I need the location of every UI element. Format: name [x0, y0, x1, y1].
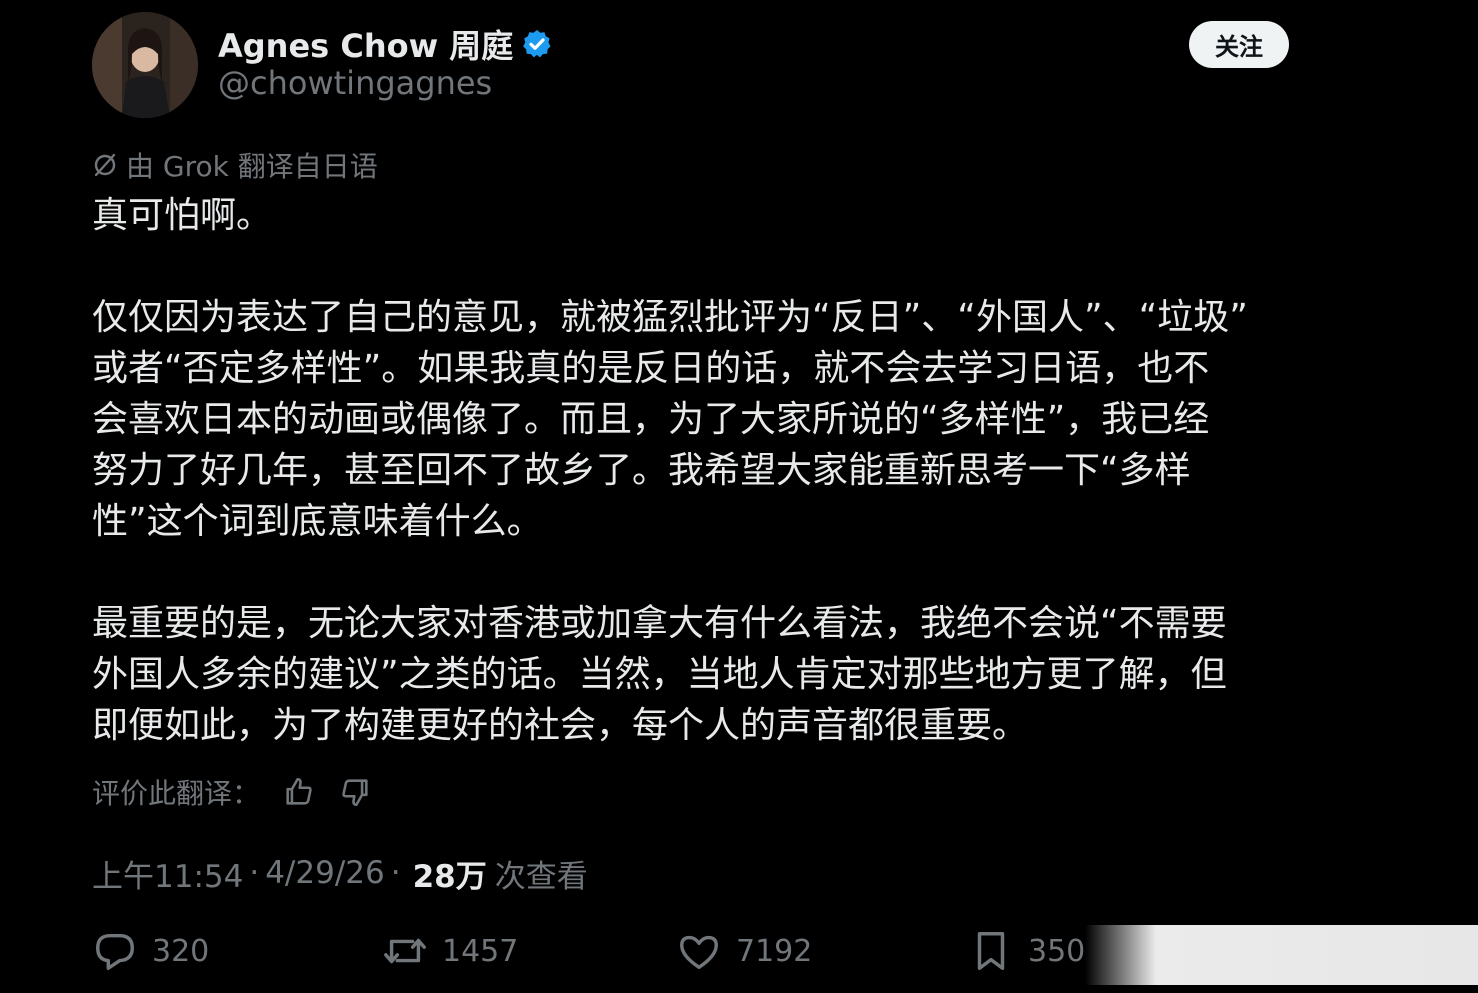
heart-icon — [676, 928, 722, 974]
bookmark-count: 350 — [1028, 933, 1086, 969]
follow-button[interactable]: 关注 — [1189, 21, 1289, 68]
meta-separator: · — [249, 855, 260, 891]
thumbs-down-icon[interactable] — [338, 775, 372, 809]
views-label: 次查看 — [494, 858, 588, 895]
reply-button[interactable]: 320 — [92, 925, 209, 977]
rate-translation-label: 评价此翻译： — [92, 777, 261, 810]
bookmark-button[interactable]: 350 — [968, 925, 1085, 977]
views-count: 28万 — [412, 858, 487, 895]
avatar[interactable] — [92, 12, 198, 118]
tweet-meta: 上午11:54 · 4/29/26 · 28万 次查看 — [92, 850, 588, 896]
display-name-row: Agnes Chow 周庭 — [218, 20, 553, 68]
retweet-button[interactable]: 1457 — [382, 925, 518, 977]
tweet-paragraph: 真可怕啊。 — [92, 195, 273, 236]
translation-note-text: 由 Grok 翻译自日语 — [126, 150, 378, 183]
thumbs-up-icon[interactable] — [282, 775, 316, 809]
tweet-time[interactable]: 上午11:54 — [92, 851, 243, 896]
retweet-count: 1457 — [442, 933, 519, 969]
tweet-date[interactable]: 4/29/26 — [265, 855, 385, 891]
verified-badge-icon — [521, 28, 553, 60]
reply-icon — [92, 928, 138, 974]
retweet-icon — [382, 928, 428, 974]
tweet-text: 真可怕啊。 仅仅因为表达了自己的意见，就被猛烈批评为“反日”、“外国人”、“垃圾… — [92, 190, 1312, 751]
like-count: 7192 — [736, 933, 813, 969]
bookmark-icon — [968, 928, 1014, 974]
tweet-paragraph: 最重要的是，无论大家对香港或加拿大有什么看法，我绝不会说“不需要 外国人多余的建… — [92, 603, 1227, 746]
like-button[interactable]: 7192 — [676, 925, 812, 977]
reply-count: 320 — [152, 933, 210, 969]
tweet-paragraph: 仅仅因为表达了自己的意见，就被猛烈批评为“反日”、“外国人”、“垃圾” 或者“否… — [92, 297, 1248, 542]
translation-note: 由 Grok 翻译自日语 — [92, 145, 378, 185]
display-name[interactable]: Agnes Chow 周庭 — [218, 21, 513, 67]
rate-translation-row: 评价此翻译： — [92, 770, 372, 814]
image-edge-overlay — [1085, 925, 1478, 985]
translate-icon — [92, 152, 118, 178]
user-handle[interactable]: @chowtingagnes — [218, 64, 492, 102]
meta-separator: · — [390, 855, 401, 891]
